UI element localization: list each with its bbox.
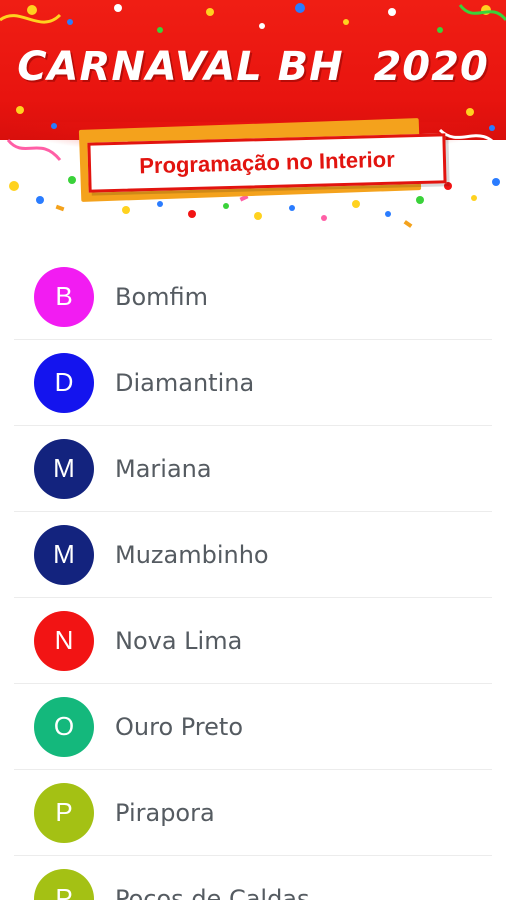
avatar: P	[34, 868, 94, 900]
section-title: Programação no Interior	[138, 146, 396, 179]
list-item[interactable]: P Pirapora	[14, 770, 492, 856]
confetti-decoration	[0, 3, 506, 228]
list-item-label: Pirapora	[115, 798, 215, 827]
avatar: N	[34, 610, 94, 671]
list-item[interactable]: P Poços de Caldas	[14, 856, 492, 900]
header-banner: CARNAVAL BH 2020 Programação no Interior	[0, 0, 506, 232]
city-list: B Bomfim D Diamantina M Mariana M Muzamb…	[14, 254, 492, 900]
app-title: CARNAVAL BH 2020	[17, 44, 489, 90]
list-item[interactable]: M Mariana	[14, 426, 492, 512]
list-item[interactable]: O Ouro Preto	[14, 684, 492, 770]
list-item-label: Bomfim	[115, 282, 209, 311]
list-item-label: Diamantina	[115, 368, 255, 397]
avatar: D	[34, 352, 94, 413]
section-sign: Programação no Interior	[87, 133, 447, 193]
list-item[interactable]: M Muzambinho	[14, 512, 492, 598]
avatar: B	[34, 266, 94, 327]
list-item-label: Poços de Caldas	[115, 884, 310, 900]
avatar: P	[34, 782, 94, 843]
app-screen: CARNAVAL BH 2020 Programação no Interior…	[0, 0, 506, 900]
list-item-label: Mariana	[115, 454, 212, 483]
list-item[interactable]: D Diamantina	[14, 340, 492, 426]
list-item-label: Ouro Preto	[115, 712, 244, 741]
avatar: O	[34, 696, 94, 757]
list-item-label: Nova Lima	[115, 626, 243, 655]
avatar: M	[34, 438, 94, 499]
list-item[interactable]: N Nova Lima	[14, 598, 492, 684]
list-item[interactable]: B Bomfim	[14, 254, 492, 340]
list-item-label: Muzambinho	[115, 540, 269, 569]
avatar: M	[34, 524, 94, 585]
